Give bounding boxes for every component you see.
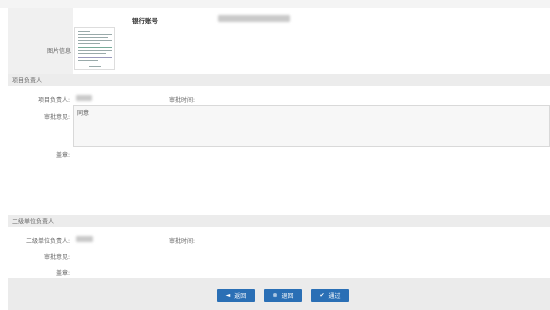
opinion-textarea[interactable]: 同意 [73, 105, 550, 147]
project-leader-label: 项目负责人: [37, 97, 70, 104]
document-thumbnail[interactable] [74, 27, 115, 70]
approve-button-label: 通过 [328, 293, 341, 300]
approve-button[interactable]: ✔ 通过 [311, 289, 349, 302]
image-info-label: 图片信息 [46, 48, 71, 55]
check-circle-icon: ✔ [319, 292, 325, 299]
seal-label: 盖章: [55, 152, 70, 159]
section-title: 二级单位负责人 [12, 218, 55, 226]
secondary-review-time-label: 审批时间: [169, 238, 196, 245]
return-button-label: 退回 [281, 293, 294, 300]
return-button[interactable]: ⊗ 退回 [264, 289, 302, 302]
project-leader-name-redacted [76, 95, 92, 101]
review-time-label: 审批时间: [169, 97, 196, 104]
secondary-leader-name-redacted [76, 236, 93, 242]
secondary-unit-section-header: 二级单位负责人 [8, 215, 550, 227]
secondary-opinion-label: 审批意见: [43, 254, 70, 261]
top-strip [0, 0, 550, 8]
opinion-text: 同意 [77, 110, 90, 117]
secondary-leader-label: 二级单位负责人: [25, 238, 70, 245]
back-arrow-icon: ◄ [225, 292, 231, 299]
bank-account-value-redacted [218, 15, 290, 22]
back-button-label: 返回 [234, 293, 247, 300]
back-button[interactable]: ◄ 返回 [217, 289, 255, 302]
section-title: 项目负责人 [12, 77, 43, 85]
secondary-seal-label: 盖章: [55, 270, 70, 277]
opinion-label: 审批意见: [43, 114, 70, 121]
project-leader-section-header: 项目负责人 [8, 74, 550, 86]
form-label-column [8, 8, 73, 74]
bank-account-label: 银行账号 [132, 17, 158, 25]
close-circle-icon: ⊗ [272, 292, 278, 299]
